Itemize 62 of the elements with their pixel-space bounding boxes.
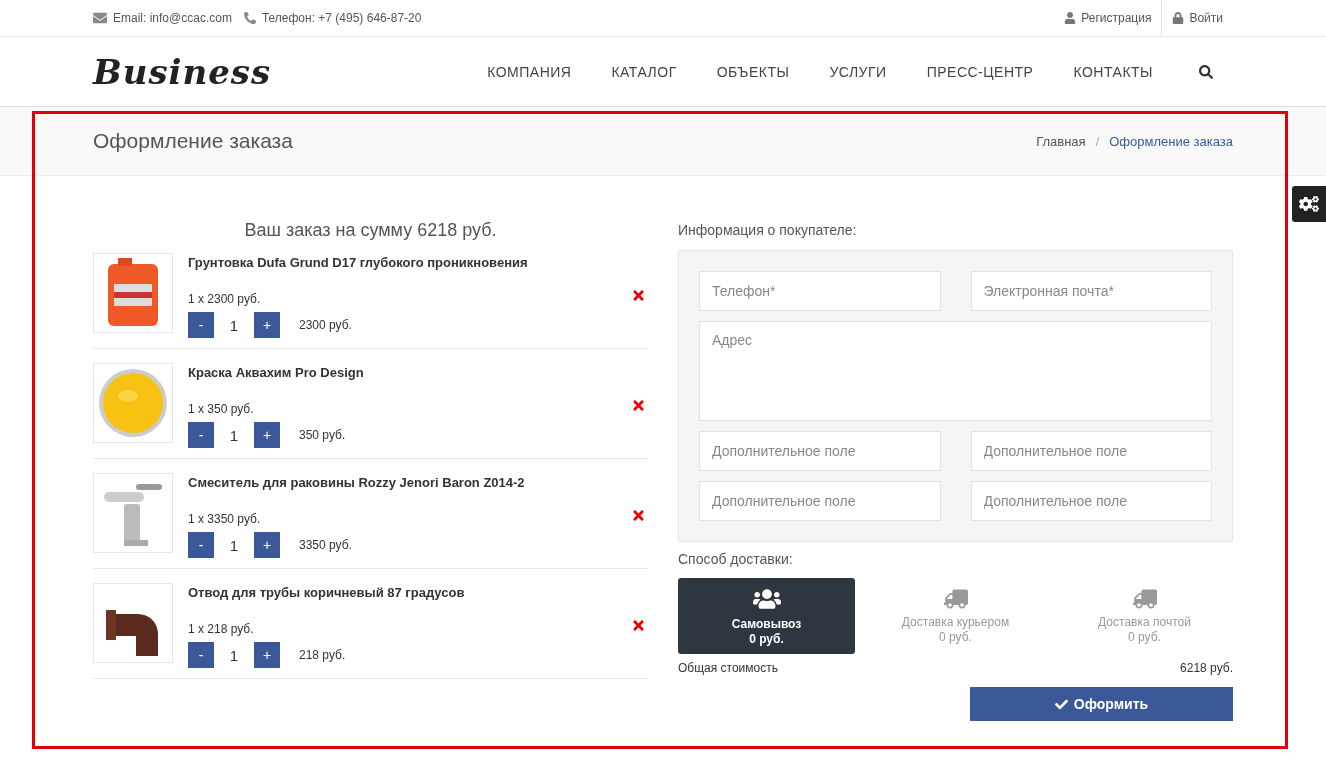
remove-icon[interactable] [631,288,646,303]
breadcrumb-link[interactable]: Оформление заказа [1109,133,1233,149]
register-link[interactable]: Регистрация [1054,0,1163,36]
decrease-button[interactable]: - [188,642,214,668]
remove-icon[interactable] [631,618,646,633]
line-total: 350 руб. [299,428,346,442]
truck-icon [943,587,968,611]
breadcrumb-link[interactable]: Главная [1036,133,1086,149]
input-field[interactable]: Дополнительное поле [970,431,1212,471]
total-value: 6218 руб. [1180,661,1233,675]
unit-price: 1 x 2300 руб. [188,292,262,306]
remove-icon[interactable] [631,508,646,523]
delivery-option[interactable]: Самовывоз 0 руб. [678,578,855,654]
delivery-heading: Способ доставки: [678,551,794,567]
input-field[interactable]: Дополнительное поле [699,431,941,471]
check-icon [1054,697,1068,711]
user-icon [1064,12,1077,24]
increase-button[interactable]: + [254,532,280,558]
nav-link[interactable]: УСЛУГИ [809,63,907,80]
logo[interactable]: Business [93,51,272,92]
increase-button[interactable]: + [254,642,280,668]
input-field[interactable]: Электронная почта* [970,271,1212,311]
buyer-heading: Информация о покупателе: [678,222,858,238]
input-field[interactable]: Дополнительное поле [699,481,941,521]
product-name: Краска Аквахим Pro Design [188,365,365,380]
increase-button[interactable]: + [254,312,280,338]
nav-link[interactable]: КАТАЛОГ [591,63,697,80]
truck-icon [1132,587,1157,611]
decrease-button[interactable]: - [188,532,214,558]
address-field[interactable]: Адрес [699,321,1212,421]
nav-link[interactable]: ПРЕСС-ЦЕНТР [906,63,1054,80]
order-heading: Ваш заказ на сумму 6218 руб. [243,220,498,241]
settings-icon[interactable] [1292,186,1326,222]
product-name: Грунтовка Dufa Grund D17 глубокого проникновения [188,255,529,270]
total-label: Общая стоимость [678,661,778,675]
unit-price: 1 x 3350 руб. [188,512,262,526]
input-field[interactable]: Дополнительное поле [970,481,1212,521]
unit-price: 1 x 218 руб. [188,622,255,636]
remove-icon[interactable] [631,398,646,413]
search-icon[interactable] [1199,64,1213,79]
input-field[interactable]: Телефон* [699,271,941,311]
phone-text: Телефон: +7 (495) 646-87-20 [243,11,422,25]
unit-price: 1 x 350 руб. [188,402,255,416]
nav-link[interactable]: КОНТАКТЫ [1053,63,1173,80]
breadcrumb-separator: / [1095,133,1100,149]
line-total: 3350 руб. [299,538,352,552]
product-name: Смеситель для раковины Rozzy Jenori Baron Z014-2 [188,475,526,490]
nav-link[interactable]: ОБЪЕКТЫ [696,63,810,80]
nav-link[interactable]: КОМПАНИЯ [467,63,592,80]
decrease-button[interactable]: - [188,312,214,338]
login-link[interactable]: Войти [1162,0,1233,36]
email-text: Email: info@ccac.com [93,11,232,25]
page-title: Оформление заказа [93,129,293,153]
submit-button[interactable]: Оформить [970,687,1233,721]
phone-icon [243,12,256,24]
envelope-icon [93,11,107,25]
line-total: 2300 руб. [299,318,352,332]
lock-icon [1172,12,1185,24]
decrease-button[interactable]: - [188,422,214,448]
increase-button[interactable]: + [254,422,280,448]
product-name: Отвод для трубы коричневый 87 градусов [188,585,466,600]
line-total: 218 руб. [299,648,346,662]
